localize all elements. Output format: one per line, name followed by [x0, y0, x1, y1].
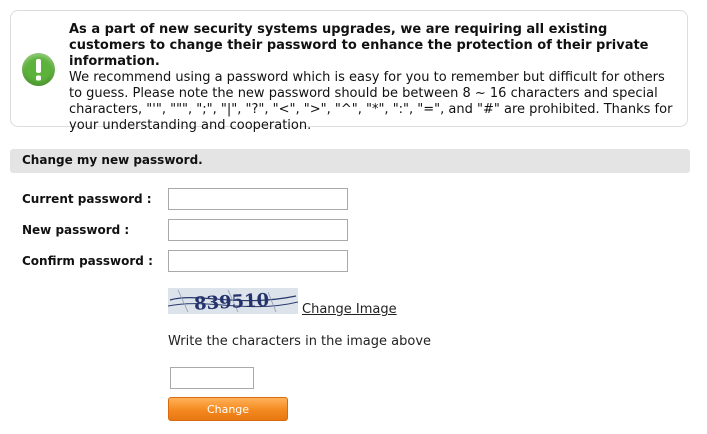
- captcha-image: 839510: [168, 288, 298, 314]
- change-button[interactable]: Change: [168, 397, 288, 421]
- exclamation-icon: [22, 53, 55, 86]
- notice-heading: As a part of new security systems upgrad…: [69, 22, 649, 69]
- new-password-input[interactable]: [168, 219, 348, 241]
- captcha-hint: Write the characters in the image above: [168, 334, 432, 349]
- captcha-text: 839510: [194, 290, 270, 314]
- notice-body: We recommend using a password which is e…: [69, 70, 673, 133]
- notice-text: As a part of new security systems upgrad…: [69, 22, 681, 134]
- current-password-label: Current password :: [22, 192, 152, 206]
- section-title: Change my new password.: [22, 153, 203, 167]
- current-password-input[interactable]: [168, 188, 348, 210]
- confirm-password-input[interactable]: [168, 250, 348, 272]
- change-image-link[interactable]: Change Image: [302, 302, 397, 317]
- section-header: Change my new password.: [10, 149, 690, 173]
- new-password-label: New password :: [22, 223, 130, 237]
- security-notice: As a part of new security systems upgrad…: [10, 10, 688, 133]
- captcha-input[interactable]: [170, 367, 254, 389]
- confirm-password-label: Confirm password :: [22, 254, 153, 268]
